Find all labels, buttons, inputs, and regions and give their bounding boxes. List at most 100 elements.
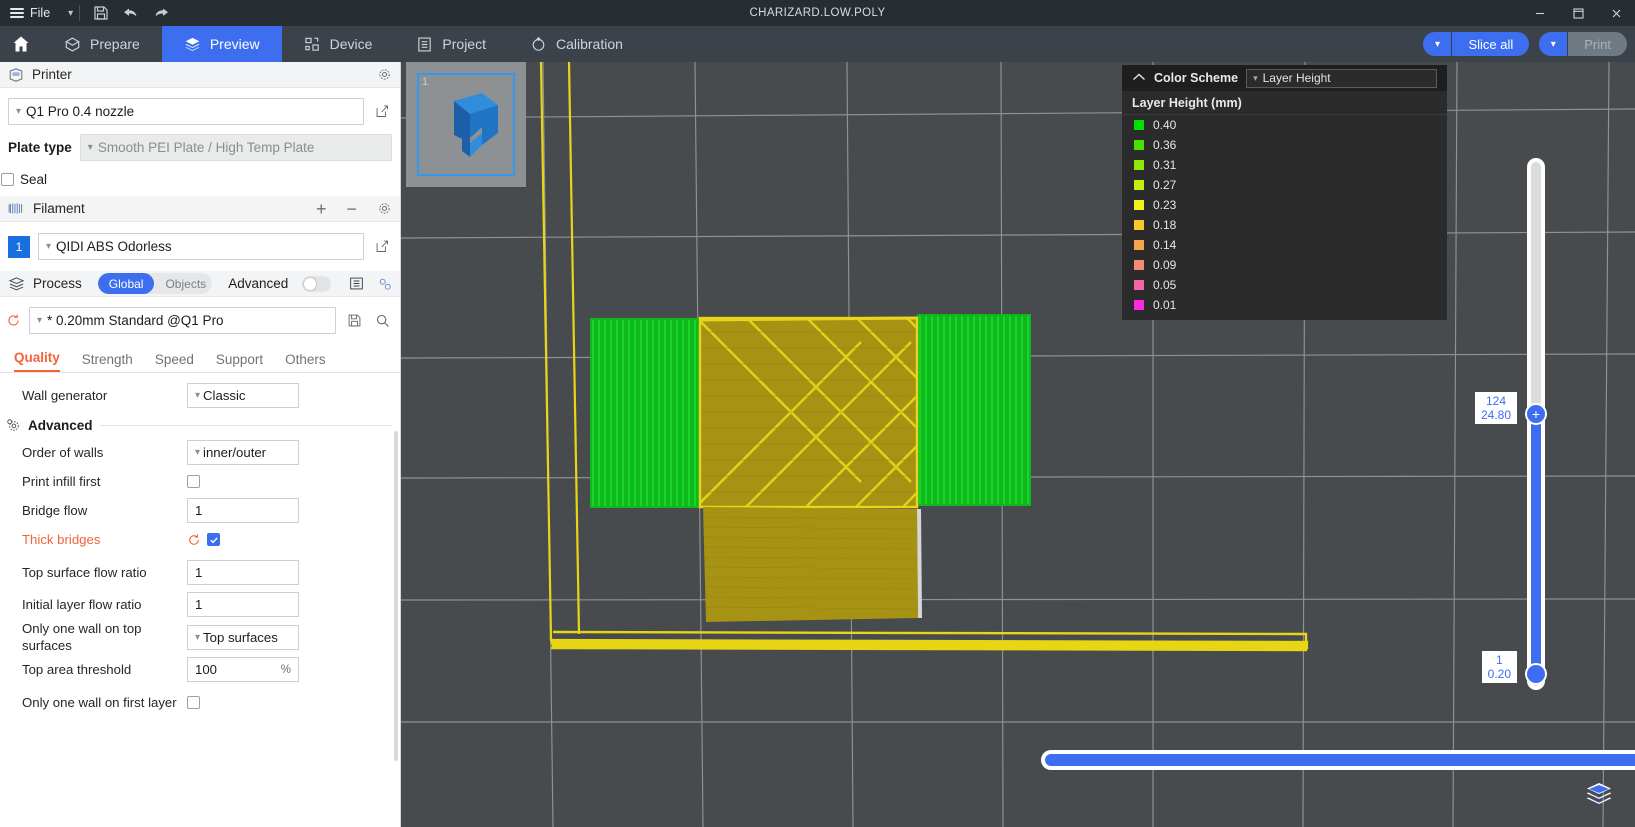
search-settings-icon[interactable] [372,311,392,331]
nav-item-project[interactable]: Project [394,26,508,62]
advanced-group-title: Advanced [28,418,93,433]
reset-preset-icon[interactable] [6,313,21,328]
tab-support[interactable]: Support [216,352,263,372]
chevron-down-icon: ▾ [16,106,22,117]
top-area-threshold-input[interactable]: 100 % [187,657,299,682]
device-icon [304,36,321,53]
layer-slider-lower-label: 1 0.20 [1481,651,1517,683]
top-area-threshold-value: 100 [195,662,218,677]
filament-select[interactable]: ▾ QIDI ABS Odorless [38,233,364,260]
seal-label: Seal [20,172,48,187]
slice-all-dropdown-icon[interactable]: ▾ [1423,32,1452,56]
wall-generator-select[interactable]: ▾ Classic [187,383,299,408]
box-icon [64,36,81,53]
tab-speed[interactable]: Speed [155,352,194,372]
printer-model-select[interactable]: ▾ Q1 Pro 0.4 nozzle [8,98,364,125]
filament-icon [8,201,25,216]
save-preset-icon[interactable] [344,311,364,331]
document-title: CHARIZARD.LOW.POLY [749,7,886,19]
collapse-chevron-up-icon[interactable] [1132,73,1146,83]
legend-value: 0.14 [1153,238,1177,252]
minimize-icon[interactable] [1521,0,1559,26]
tab-quality[interactable]: Quality [14,350,60,372]
setting-bridge-flow: Bridge flow 1 [0,496,400,525]
print-infill-first-checkbox[interactable] [187,475,200,488]
legend-swatch [1134,300,1144,310]
filament-value: QIDI ABS Odorless [56,239,172,254]
legend-value: 0.27 [1153,178,1177,192]
bridge-flow-input[interactable]: 1 [187,498,299,523]
only-one-wall-first-layer-checkbox[interactable] [187,695,200,709]
wall-generator-value: Classic [203,388,246,403]
seal-checkbox[interactable]: Seal [0,172,47,187]
printer-section-title: Printer [32,67,72,82]
reset-thick-bridges-icon[interactable] [187,533,201,547]
process-preset-select[interactable]: ▾ * 0.20mm Standard @Q1 Pro [29,307,336,334]
move-range-slider[interactable]: 171 [1041,750,1635,770]
close-icon[interactable] [1597,0,1635,26]
parameter-list-icon[interactable] [349,276,364,291]
only-one-wall-top-surfaces-select[interactable]: ▾ Top surfaces [187,624,299,650]
layer-slider-lower-handle[interactable] [1525,663,1547,685]
legend-item: 0.31 [1122,155,1447,175]
advanced-toggle[interactable] [302,275,331,292]
layer-slider-upper-handle[interactable]: + [1525,403,1547,425]
legend-swatch [1134,160,1144,170]
redo-icon[interactable] [146,0,176,26]
printer-settings-gear-icon[interactable] [377,67,392,82]
settings-tabs: Quality Strength Speed Support Others [0,343,400,373]
print-button[interactable]: Print [1568,32,1627,56]
undo-icon[interactable] [116,0,146,26]
setting-label: Top surface flow ratio [22,564,147,580]
legend-swatch [1134,180,1144,190]
chevron-down-icon[interactable]: ▾ [68,8,73,19]
layer-range-slider[interactable]: + 124 24.80 1 0.20 [1474,158,1547,690]
target-icon [530,36,547,53]
slice-all-button-group: ▾ Slice all [1423,32,1530,56]
nav-item-calibration[interactable]: Calibration [508,26,645,62]
scope-objects-pill[interactable]: Objects [154,273,212,294]
printer-model-value: Q1 Pro 0.4 nozzle [26,104,135,119]
tab-strength[interactable]: Strength [82,352,133,372]
file-menu-button[interactable]: File [0,0,58,26]
toolbar-divider [79,5,81,21]
process-scope-toggle: Global Objects [97,273,213,294]
compare-presets-icon[interactable] [378,277,392,291]
legend-value: 0.01 [1153,298,1177,312]
print-dropdown-icon[interactable]: ▾ [1539,32,1568,56]
chevron-down-icon: ▾ [195,390,201,401]
nav-item-device[interactable]: Device [282,26,395,62]
tab-others[interactable]: Others [285,352,326,372]
color-scheme-select[interactable]: ▾ Layer Height [1246,68,1437,88]
home-icon[interactable] [0,26,42,62]
layers-view-button[interactable] [1585,781,1613,807]
legend-item: 0.40 [1122,115,1447,135]
remove-filament-icon[interactable]: − [340,200,363,218]
nav-label-prepare: Prepare [90,36,140,52]
maximize-icon[interactable] [1559,0,1597,26]
plate-thumbnail[interactable]: 1 [406,62,526,187]
thick-bridges-checkbox[interactable] [207,533,220,546]
chevron-down-icon: ▾ [37,315,43,326]
slice-all-button[interactable]: Slice all [1452,32,1530,56]
initial-layer-flow-ratio-input[interactable]: 1 [187,592,299,617]
scope-global-pill[interactable]: Global [97,273,155,294]
save-icon[interactable] [86,0,116,26]
color-scheme-legend-title: Layer Height (mm) [1122,91,1447,115]
top-surface-flow-ratio-input[interactable]: 1 [187,559,299,585]
filament-index-badge[interactable]: 1 [8,235,30,258]
plate-type-select[interactable]: ▾ Smooth PEI Plate / High Temp Plate [79,134,392,161]
printer-icon [8,67,24,83]
settings-scrollbar[interactable] [394,431,398,761]
nav-item-preview[interactable]: Preview [161,26,282,62]
filament-settings-gear-icon[interactable] [377,201,392,216]
3d-viewport[interactable]: 1 Color Scheme ▾ Layer Height Layer Heig… [401,62,1635,827]
color-scheme-panel: Color Scheme ▾ Layer Height Layer Height… [1122,65,1447,320]
legend-swatch [1134,240,1144,250]
nav-item-prepare[interactable]: Prepare [42,26,162,62]
edit-printer-icon[interactable] [372,102,392,122]
order-of-walls-select[interactable]: ▾ inner/outer [187,440,299,465]
add-filament-icon[interactable]: + [310,200,333,218]
edit-filament-icon[interactable] [372,237,392,257]
legend-swatch [1134,280,1144,290]
